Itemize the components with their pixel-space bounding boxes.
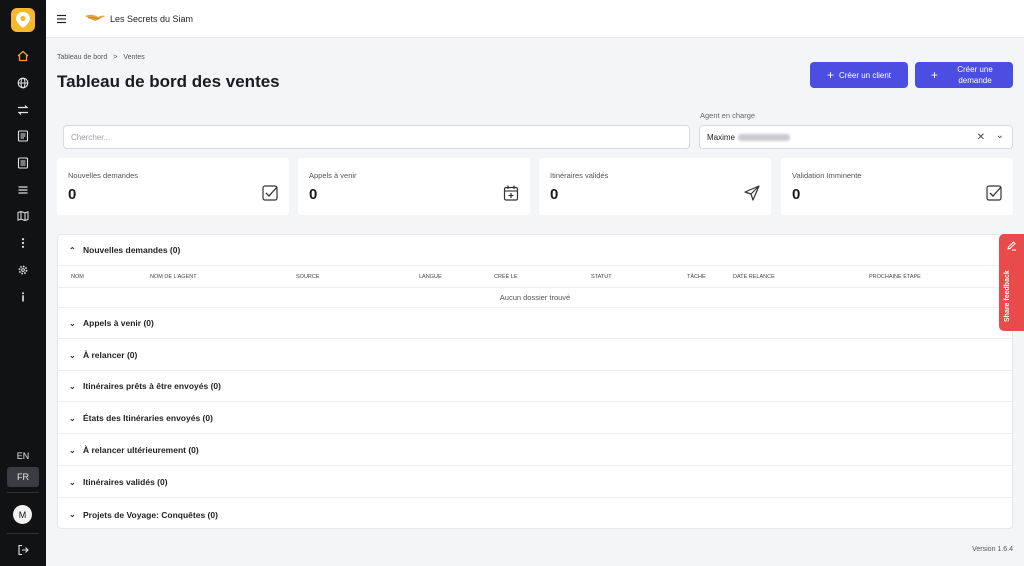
section-header-later-follow-up[interactable]: ⌄ À relancer ultérieurement (0) xyxy=(58,435,1012,466)
create-client-label: Créer un client xyxy=(838,70,892,80)
section-header-sent-itineraries[interactable]: ⌄ États des Itinéraries envoyés (0) xyxy=(58,403,1012,434)
column-header[interactable]: NOM xyxy=(71,274,84,280)
create-request-button[interactable]: + Créer une demande xyxy=(915,62,1013,88)
column-header[interactable]: LANGUE xyxy=(419,274,442,280)
checkbox-icon xyxy=(262,185,278,201)
breadcrumb-separator: > xyxy=(113,54,118,61)
chevron-down-icon: ⌄ xyxy=(69,350,76,360)
column-header[interactable]: TÂCHE xyxy=(687,274,706,280)
stat-label: Validation Imminente xyxy=(792,171,862,180)
top-bar: Les Secrets du Siam xyxy=(46,0,1024,38)
stat-card-imminent-validation[interactable]: Validation Imminente 0 xyxy=(781,158,1013,215)
page-title: Tableau de bord des ventes xyxy=(57,72,280,91)
section-title: États des Itinéraries envoyés (0) xyxy=(83,413,213,423)
section-header-upcoming-calls[interactable]: ⌄ Appels à venir (0) xyxy=(58,308,1012,339)
info-icon[interactable] xyxy=(13,287,33,307)
share-feedback-tab[interactable]: Share feedback xyxy=(999,234,1024,331)
stat-card-validated-itineraries[interactable]: Itinéraires validés 0 xyxy=(539,158,771,215)
sections-panel: ⌃ Nouvelles demandes (0) NOM NOM DE L'AG… xyxy=(57,234,1013,529)
column-header[interactable]: PROCHAINE ÉTAPE xyxy=(869,274,921,280)
more-vertical-icon[interactable] xyxy=(13,233,33,253)
menu-lines-icon[interactable] xyxy=(13,180,33,200)
stat-label: Appels à venir xyxy=(309,171,357,180)
chevron-down-icon: ⌄ xyxy=(69,318,76,328)
globe-icon[interactable] xyxy=(13,73,33,93)
chevron-down-icon: ⌄ xyxy=(69,413,76,423)
transfer-icon[interactable] xyxy=(13,100,33,120)
stat-card-new-requests[interactable]: Nouvelles demandes 0 xyxy=(57,158,289,215)
section-title: Nouvelles demandes (0) xyxy=(83,245,181,255)
section-title: Projets de Voyage: Conquêtes (0) xyxy=(83,509,218,520)
checkbox-icon xyxy=(986,185,1002,201)
brand-name: Les Secrets du Siam xyxy=(110,14,194,24)
stat-value: 0 xyxy=(550,186,559,203)
section-header-follow-up[interactable]: ⌄ À relancer (0) xyxy=(58,340,1012,371)
chevron-down-icon: ⌄ xyxy=(69,477,76,487)
language-fr-button[interactable]: FR xyxy=(7,467,39,487)
section-title: À relancer (0) xyxy=(83,350,138,360)
create-request-label: Créer une demande xyxy=(957,65,993,85)
hamburger-menu-icon[interactable] xyxy=(55,12,69,26)
stat-value: 0 xyxy=(309,186,318,203)
sidebar-divider xyxy=(7,533,39,534)
column-header[interactable]: SOURCE xyxy=(296,274,320,280)
version-label: Version 1.6.4 xyxy=(972,546,1013,553)
sidebar-divider xyxy=(7,492,39,493)
logout-icon[interactable] xyxy=(13,540,33,560)
stat-card-upcoming-calls[interactable]: Appels à venir 0 xyxy=(298,158,530,215)
sidebar: EN FR M xyxy=(0,0,46,566)
empty-state: Aucun dossier trouvé xyxy=(58,288,1012,308)
settings-icon[interactable] xyxy=(13,260,33,280)
search-input[interactable]: Chercher... xyxy=(63,125,690,149)
column-header[interactable]: CRÉÉ LE xyxy=(494,274,518,280)
chevron-down-icon: ⌄ xyxy=(69,445,76,455)
calendar-plus-icon xyxy=(503,185,519,201)
section-title: Itinéraires validés (0) xyxy=(83,477,168,487)
agent-value: Maxime xyxy=(707,132,736,142)
avatar[interactable]: M xyxy=(13,505,32,524)
column-header[interactable]: DATE RELANCE xyxy=(733,274,775,280)
brand-logo-icon xyxy=(85,14,105,21)
chevron-down-icon[interactable]: ⌄ xyxy=(996,130,1004,141)
chevron-down-icon: ⌄ xyxy=(69,381,76,391)
map-icon[interactable] xyxy=(13,206,33,226)
chevron-up-icon: ⌃ xyxy=(69,245,76,255)
chevron-down-icon: ⌄ xyxy=(69,510,76,519)
list-document-icon[interactable] xyxy=(13,153,33,173)
stat-value: 0 xyxy=(792,186,801,203)
plus-icon: + xyxy=(826,68,834,82)
document-icon[interactable] xyxy=(13,126,33,146)
breadcrumb-current: Ventes xyxy=(123,54,145,61)
home-icon[interactable] xyxy=(13,46,33,66)
redacted-surname xyxy=(738,133,791,141)
section-header-travel-projects[interactable]: ⌄ Projets de Voyage: Conquêtes (0) xyxy=(58,499,1012,530)
section-title: Itinéraires prêts à être envoyés (0) xyxy=(83,381,221,391)
language-en-button[interactable]: EN xyxy=(7,446,39,466)
plus-icon: + xyxy=(930,68,938,82)
table-header: NOM NOM DE L'AGENT SOURCE LANGUE CRÉÉ LE… xyxy=(58,266,1012,288)
agent-label: Agent en charge xyxy=(700,111,756,120)
section-header-ready-itineraries[interactable]: ⌄ Itinéraires prêts à être envoyés (0) xyxy=(58,371,1012,402)
share-feedback-label: Share feedback xyxy=(1004,270,1011,322)
clear-icon[interactable]: ✕ xyxy=(977,132,985,143)
stat-label: Nouvelles demandes xyxy=(68,171,139,180)
location-pin-icon xyxy=(16,12,30,28)
app-logo[interactable] xyxy=(11,8,35,32)
section-title: À relancer ultérieurement (0) xyxy=(83,445,199,455)
pencil-icon xyxy=(1007,241,1016,251)
send-icon xyxy=(744,185,760,201)
section-title: Appels à venir (0) xyxy=(83,318,154,328)
stat-value: 0 xyxy=(68,186,77,203)
section-header-validated-itineraries[interactable]: ⌄ Itinéraires validés (0) xyxy=(58,467,1012,498)
stat-label: Itinéraires validés xyxy=(550,171,609,180)
create-client-button[interactable]: + Créer un client xyxy=(810,62,908,88)
agent-select[interactable]: Maxime ✕ ⌄ xyxy=(699,125,1013,149)
breadcrumb-root[interactable]: Tableau de bord xyxy=(57,54,107,61)
breadcrumb: Tableau de bord > Ventes xyxy=(57,54,145,61)
section-header-new-requests[interactable]: ⌃ Nouvelles demandes (0) xyxy=(58,235,1012,266)
column-header[interactable]: NOM DE L'AGENT xyxy=(150,274,197,280)
column-header[interactable]: STATUT xyxy=(591,274,612,280)
